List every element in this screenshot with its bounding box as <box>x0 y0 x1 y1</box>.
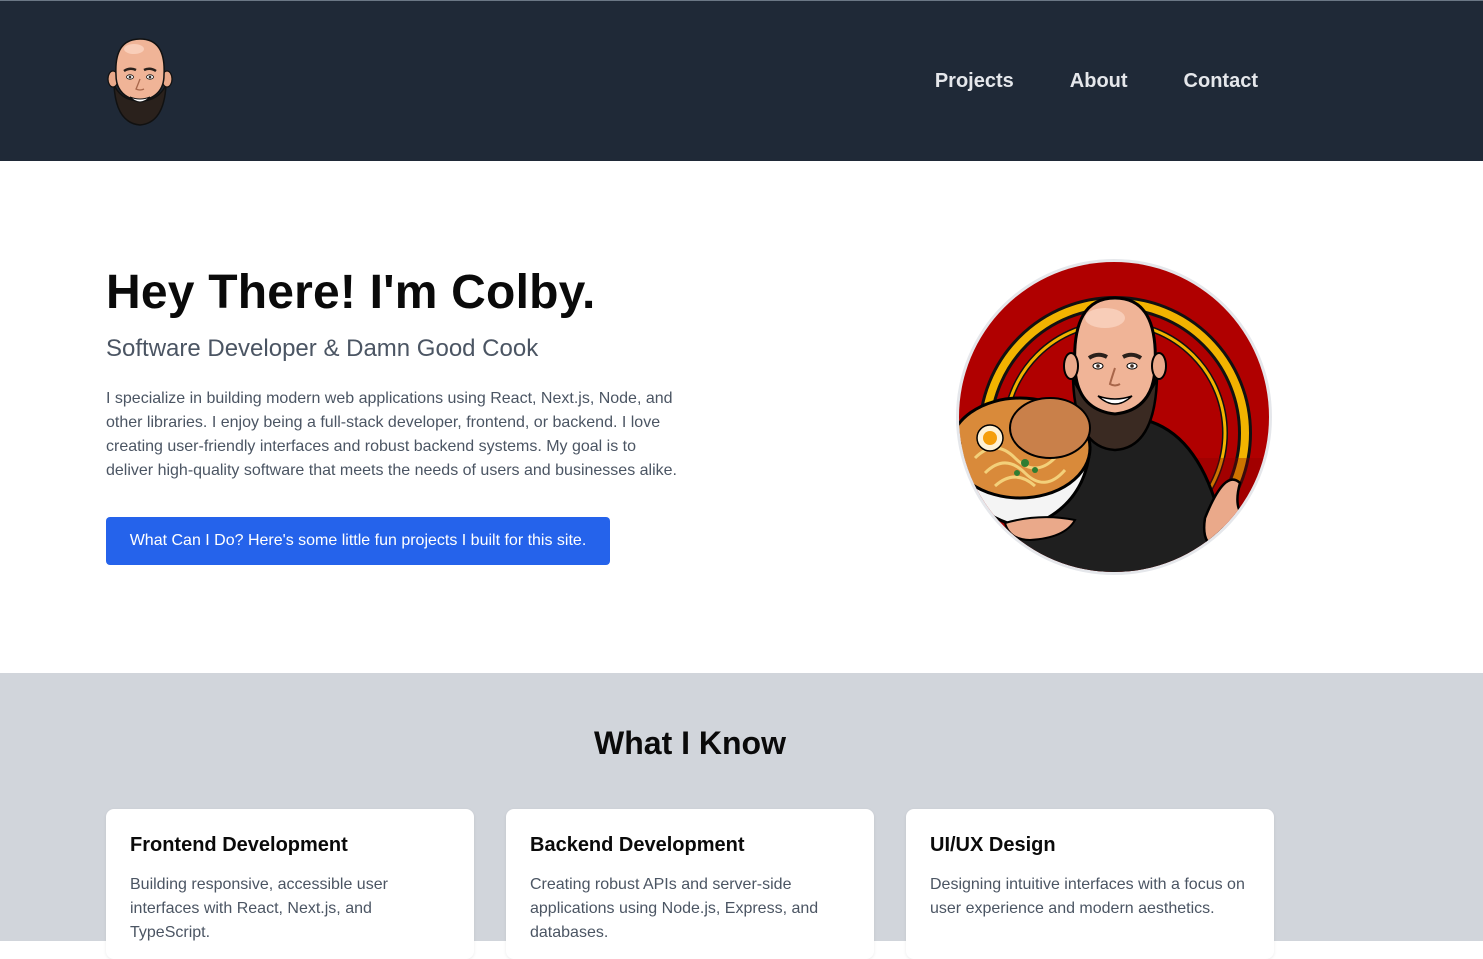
skill-card-title: Backend Development <box>530 834 745 856</box>
skill-card-uiux: UI/UX Design Designing intuitive interfa… <box>906 809 1274 959</box>
projects-cta-button[interactable]: What Can I Do? Here's some little fun pr… <box>106 517 610 565</box>
hero-description: I specialize in building modern web appl… <box>106 390 677 479</box>
cartoon-face-avatar-icon[interactable] <box>106 35 174 127</box>
skill-card-text: Designing intuitive interfaces with a fo… <box>930 876 1245 917</box>
nav-link-contact[interactable]: Contact <box>1184 69 1258 93</box>
hero-section: Hey There! I'm Colby. Software Developer… <box>0 161 1483 673</box>
skill-card-frontend: Frontend Development Building responsive… <box>106 809 474 959</box>
skill-card-backend: Backend Development Creating robust APIs… <box>506 809 874 959</box>
skill-card-title: UI/UX Design <box>930 834 1056 856</box>
main-nav: Projects About Contact <box>935 69 1258 93</box>
nav-link-about[interactable]: About <box>1070 69 1128 93</box>
site-header: Projects About Contact <box>0 1 1483 161</box>
nav-link-projects[interactable]: Projects <box>935 69 1014 93</box>
hero-title: Hey There! I'm Colby. <box>106 266 596 319</box>
hero-subtitle: Software Developer & Damn Good Cook <box>106 335 539 362</box>
chef-portrait-with-ramen-icon <box>955 258 1273 576</box>
skills-section: What I Know Frontend Development Buildin… <box>0 673 1483 959</box>
skills-card-list: Frontend Development Building responsive… <box>106 809 1274 959</box>
skill-card-text: Creating robust APIs and server-side app… <box>530 876 819 941</box>
skill-card-text: Building responsive, accessible user int… <box>130 876 388 941</box>
skill-card-title: Frontend Development <box>130 834 348 856</box>
skills-title: What I Know <box>594 725 786 761</box>
